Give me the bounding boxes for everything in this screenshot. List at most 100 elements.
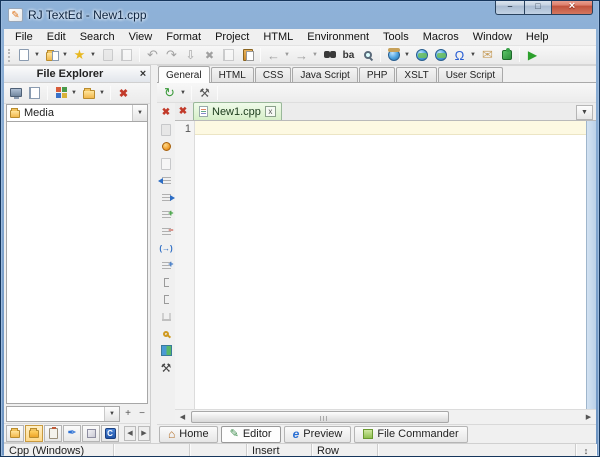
tab-scroll-right-button[interactable]: ▶ — [138, 426, 150, 441]
tab-home[interactable]: ⌂ Home — [159, 426, 218, 443]
duplicate-view-button[interactable] — [26, 85, 43, 102]
tab-javascript[interactable]: Java Script — [292, 67, 357, 82]
format-block-button[interactable] — [158, 274, 174, 291]
explorer-tab-snippets[interactable]: ✒ — [63, 425, 81, 442]
vertical-scrollbar[interactable] — [586, 121, 596, 409]
alarm-button[interactable] — [158, 138, 174, 155]
special-chars-button[interactable]: Ω — [451, 47, 468, 64]
menu-tools[interactable]: Tools — [376, 30, 416, 44]
tab-list-dropdown[interactable]: ▼ — [576, 105, 593, 120]
save-document-button[interactable] — [158, 121, 174, 138]
save-button[interactable] — [99, 47, 116, 64]
format-block2-button[interactable] — [158, 291, 174, 308]
remove-lines-button[interactable]: − — [158, 223, 174, 240]
upload-browser-button[interactable] — [385, 47, 402, 64]
refresh-page-button[interactable]: ↻ — [161, 84, 178, 101]
favorites-button[interactable]: ★ — [71, 47, 88, 64]
horizontal-scrollbar[interactable]: ◀ ▶ — [175, 409, 596, 424]
add-filter-button[interactable]: + — [122, 407, 134, 421]
special-chars-dropdown[interactable]: ▼ — [469, 47, 477, 64]
unindent-button[interactable] — [158, 172, 174, 189]
menu-window[interactable]: Window — [466, 30, 519, 44]
globe-download-button[interactable] — [413, 47, 430, 64]
scrollbar-track[interactable] — [190, 410, 581, 424]
document-tab-new1cpp[interactable]: New1.cpp x — [193, 102, 282, 120]
tab-html[interactable]: HTML — [211, 67, 254, 82]
tab-css[interactable]: CSS — [255, 67, 292, 82]
tab-editor[interactable]: ✎ Editor — [221, 426, 281, 443]
globe-button[interactable] — [432, 47, 449, 64]
menu-macros[interactable]: Macros — [416, 30, 466, 44]
add-lines-button[interactable]: + — [158, 206, 174, 223]
explorer-tab-open-folder[interactable] — [25, 425, 43, 442]
preview-zoom-button[interactable] — [359, 47, 376, 64]
tab-general[interactable]: General — [158, 66, 210, 83]
email-button[interactable]: ✉ — [479, 47, 496, 64]
tools-hammer-button[interactable]: ⚒ — [158, 359, 174, 376]
menu-search[interactable]: Search — [73, 30, 122, 44]
spellcheck-button[interactable] — [158, 325, 174, 342]
tab-scroll-left-button[interactable]: ◀ — [124, 426, 136, 441]
menu-html[interactable]: HTML — [256, 30, 300, 44]
close-document-button[interactable]: ✖ — [158, 104, 174, 121]
explorer-tab-folder[interactable] — [6, 425, 24, 442]
status-resize-toggle[interactable]: ↕ — [576, 444, 596, 457]
navigate-back-dropdown[interactable]: ▼ — [283, 47, 291, 64]
tab-userscript[interactable]: User Script — [438, 67, 503, 82]
wrap-brackets-button[interactable]: (→) — [158, 240, 174, 257]
explorer-tools-button[interactable]: ✖ — [115, 85, 132, 102]
navigate-forward-dropdown[interactable]: ▼ — [311, 47, 319, 64]
refresh-dropdown[interactable]: ▼ — [179, 84, 187, 101]
minimize-button[interactable]: – — [495, 0, 524, 15]
menu-help[interactable]: Help — [519, 30, 556, 44]
document-tab-close-button[interactable]: x — [265, 106, 276, 117]
run-button[interactable]: ▶ — [524, 47, 541, 64]
explorer-tab-objects[interactable] — [82, 425, 100, 442]
open-file-button[interactable] — [43, 47, 60, 64]
explorer-tab-clipboard[interactable] — [44, 425, 62, 442]
menu-project[interactable]: Project — [208, 30, 256, 44]
tab-xslt[interactable]: XSLT — [396, 67, 436, 82]
open-file-dropdown[interactable]: ▼ — [61, 47, 69, 64]
remove-filter-button[interactable]: − — [136, 407, 148, 421]
toolbar-grip[interactable] — [8, 49, 12, 62]
new-document-button[interactable] — [15, 47, 32, 64]
media-path-combobox[interactable]: Media ▼ — [6, 104, 148, 122]
export-document-button[interactable] — [158, 155, 174, 172]
menu-file[interactable]: File — [8, 30, 40, 44]
explorer-tab-code[interactable]: C — [101, 425, 119, 442]
build-button[interactable]: ⚒ — [196, 84, 213, 101]
scroll-left-button[interactable]: ◀ — [175, 410, 190, 424]
delete-button[interactable]: ✖ — [201, 47, 218, 64]
upload-dropdown[interactable]: ▼ — [403, 47, 411, 64]
view-mode-button[interactable] — [52, 85, 69, 102]
replace-button[interactable]: ba — [340, 47, 357, 64]
copy-button[interactable] — [220, 47, 237, 64]
navigate-forward-button[interactable]: → — [293, 47, 310, 64]
favorites-dropdown[interactable]: ▼ — [89, 47, 97, 64]
text-edit-area[interactable] — [195, 121, 586, 409]
import-button[interactable]: ⇩ — [182, 47, 199, 64]
sort-button[interactable] — [158, 308, 174, 325]
file-explorer-list[interactable] — [6, 122, 148, 404]
computer-button[interactable] — [7, 85, 24, 102]
maximize-button[interactable]: □ — [524, 0, 551, 15]
scroll-right-button[interactable]: ▶ — [581, 410, 596, 424]
navigate-back-button[interactable]: ← — [265, 47, 282, 64]
view-mode-dropdown[interactable]: ▼ — [70, 85, 78, 102]
new-document-dropdown[interactable]: ▼ — [33, 47, 41, 64]
tab-preview[interactable]: e Preview — [284, 426, 352, 443]
filter-dropdown[interactable]: ▼ — [104, 407, 119, 421]
menu-edit[interactable]: Edit — [40, 30, 73, 44]
menu-format[interactable]: Format — [159, 30, 208, 44]
close-tab-button[interactable]: ✖ — [175, 103, 191, 119]
scrollbar-thumb[interactable] — [191, 411, 449, 423]
paste-button[interactable] — [239, 47, 256, 64]
undo-button[interactable]: ↶ — [144, 47, 161, 64]
menu-environment[interactable]: Environment — [300, 30, 376, 44]
filter-combobox[interactable]: ▼ — [6, 406, 120, 422]
menu-view[interactable]: View — [122, 30, 160, 44]
file-explorer-close-button[interactable]: × — [136, 68, 150, 80]
insert-lines-button[interactable]: + — [158, 257, 174, 274]
save-all-button[interactable] — [118, 47, 135, 64]
